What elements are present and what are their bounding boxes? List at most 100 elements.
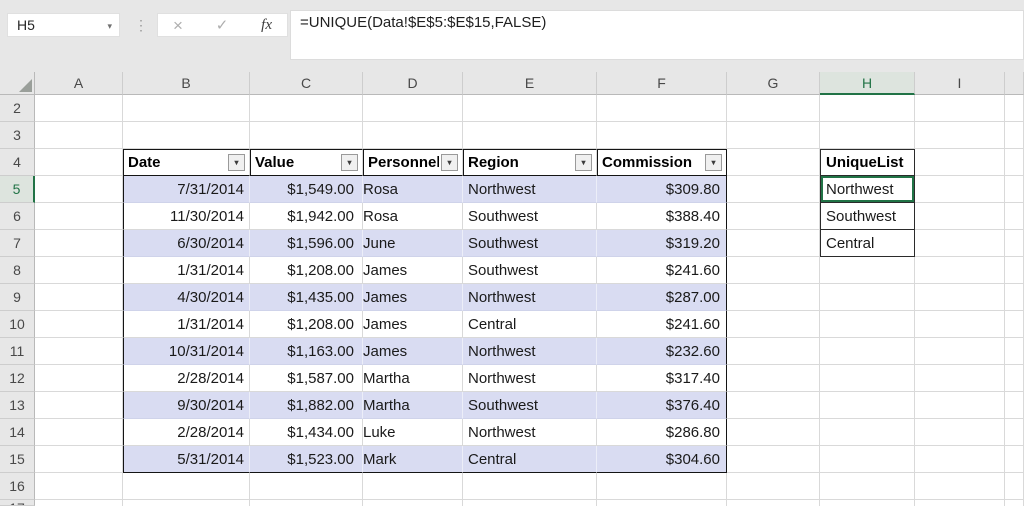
cell-C3[interactable] [250, 122, 363, 149]
cell-D7[interactable]: June [363, 230, 463, 257]
cell-D17[interactable] [363, 500, 463, 506]
cell-B9[interactable]: 4/30/2014 [123, 284, 250, 311]
column-header-B[interactable]: B [123, 72, 250, 95]
cell-A2[interactable] [35, 95, 123, 122]
cell-E17[interactable] [463, 500, 597, 506]
cell-A11[interactable] [35, 338, 123, 365]
cell-E10[interactable]: Central [463, 311, 597, 338]
row-header-3[interactable]: 3 [0, 122, 35, 149]
table-header-cell-F4[interactable]: Commission▾ [597, 149, 727, 176]
cell-I2[interactable] [915, 95, 1005, 122]
cell-D16[interactable] [363, 473, 463, 500]
cell-C11[interactable]: $1,163.00 [250, 338, 363, 365]
cell-H13[interactable] [820, 392, 915, 419]
cell-G16[interactable] [727, 473, 820, 500]
cell-C5[interactable]: $1,549.00 [250, 176, 363, 203]
row-header-11[interactable]: 11 [0, 338, 35, 365]
cell-A17[interactable] [35, 500, 123, 506]
cell-H6[interactable]: Southwest [820, 203, 915, 230]
column-header-I[interactable]: I [915, 72, 1005, 95]
cell-I17[interactable] [915, 500, 1005, 506]
cell-D14[interactable]: Luke [363, 419, 463, 446]
cell-F9[interactable]: $287.00 [597, 284, 727, 311]
cell-A13[interactable] [35, 392, 123, 419]
cell-D13[interactable]: Martha [363, 392, 463, 419]
cell-I9[interactable] [915, 284, 1005, 311]
cell-F7[interactable]: $319.20 [597, 230, 727, 257]
cell-E12[interactable]: Northwest [463, 365, 597, 392]
cell-B7[interactable]: 6/30/2014 [123, 230, 250, 257]
cell-D6[interactable]: Rosa [363, 203, 463, 230]
cell-E13[interactable]: Southwest [463, 392, 597, 419]
filter-button-commission[interactable]: ▾ [705, 154, 722, 171]
select-all-button[interactable] [0, 72, 35, 95]
cell-H2[interactable] [820, 95, 915, 122]
cell-G3[interactable] [727, 122, 820, 149]
cell-C13[interactable]: $1,882.00 [250, 392, 363, 419]
row-header-17[interactable]: 17 [0, 500, 35, 506]
filter-button-date[interactable]: ▾ [228, 154, 245, 171]
cell-D15[interactable]: Mark [363, 446, 463, 473]
formula-bar[interactable]: =UNIQUE(Data!$E$5:$E$15,FALSE) [290, 10, 1024, 60]
cell-E14[interactable]: Northwest [463, 419, 597, 446]
cell-F13[interactable]: $376.40 [597, 392, 727, 419]
cell-G14[interactable] [727, 419, 820, 446]
row-header-4[interactable]: 4 [0, 149, 35, 176]
cell-G12[interactable] [727, 365, 820, 392]
cell-C15[interactable]: $1,523.00 [250, 446, 363, 473]
row-header-9[interactable]: 9 [0, 284, 35, 311]
cell-E15[interactable]: Central [463, 446, 597, 473]
cell-A8[interactable] [35, 257, 123, 284]
cell-I8[interactable] [915, 257, 1005, 284]
cell-C14[interactable]: $1,434.00 [250, 419, 363, 446]
cell-G7[interactable] [727, 230, 820, 257]
cell-D10[interactable]: James [363, 311, 463, 338]
row-header-10[interactable]: 10 [0, 311, 35, 338]
column-header-G[interactable]: G [727, 72, 820, 95]
cell-F6[interactable]: $388.40 [597, 203, 727, 230]
cell-H16[interactable] [820, 473, 915, 500]
cell-E3[interactable] [463, 122, 597, 149]
insert-function-icon[interactable]: fx [261, 18, 272, 33]
cell-H12[interactable] [820, 365, 915, 392]
cell-E5[interactable]: Northwest [463, 176, 597, 203]
cell-A6[interactable] [35, 203, 123, 230]
cell-I11[interactable] [915, 338, 1005, 365]
cell-D5[interactable]: Rosa [363, 176, 463, 203]
row-header-2[interactable]: 2 [0, 95, 35, 122]
table-header-cell-B4[interactable]: Date▾ [123, 149, 250, 176]
cell-C7[interactable]: $1,596.00 [250, 230, 363, 257]
row-header-15[interactable]: 15 [0, 446, 35, 473]
cell-E7[interactable]: Southwest [463, 230, 597, 257]
column-header-F[interactable]: F [597, 72, 727, 95]
cell-G9[interactable] [727, 284, 820, 311]
row-header-14[interactable]: 14 [0, 419, 35, 446]
cell-A7[interactable] [35, 230, 123, 257]
column-header-A[interactable]: A [35, 72, 123, 95]
cell-A12[interactable] [35, 365, 123, 392]
row-header-16[interactable]: 16 [0, 473, 35, 500]
cell-H3[interactable] [820, 122, 915, 149]
cell-H9[interactable] [820, 284, 915, 311]
cell-A5[interactable] [35, 176, 123, 203]
cell-G13[interactable] [727, 392, 820, 419]
cell-G10[interactable] [727, 311, 820, 338]
cell-C17[interactable] [250, 500, 363, 506]
row-header-13[interactable]: 13 [0, 392, 35, 419]
cell-B2[interactable] [123, 95, 250, 122]
cell-B8[interactable]: 1/31/2014 [123, 257, 250, 284]
cell-B15[interactable]: 5/31/2014 [123, 446, 250, 473]
cell-D8[interactable]: James [363, 257, 463, 284]
cell-I3[interactable] [915, 122, 1005, 149]
cell-D9[interactable]: James [363, 284, 463, 311]
cell-G11[interactable] [727, 338, 820, 365]
table-header-cell-E4[interactable]: Region▾ [463, 149, 597, 176]
cell-H17[interactable] [820, 500, 915, 506]
cell-E6[interactable]: Southwest [463, 203, 597, 230]
cell-G17[interactable] [727, 500, 820, 506]
row-header-6[interactable]: 6 [0, 203, 35, 230]
cell-C8[interactable]: $1,208.00 [250, 257, 363, 284]
cell-H7[interactable]: Central [820, 230, 915, 257]
cell-D3[interactable] [363, 122, 463, 149]
cell-I13[interactable] [915, 392, 1005, 419]
